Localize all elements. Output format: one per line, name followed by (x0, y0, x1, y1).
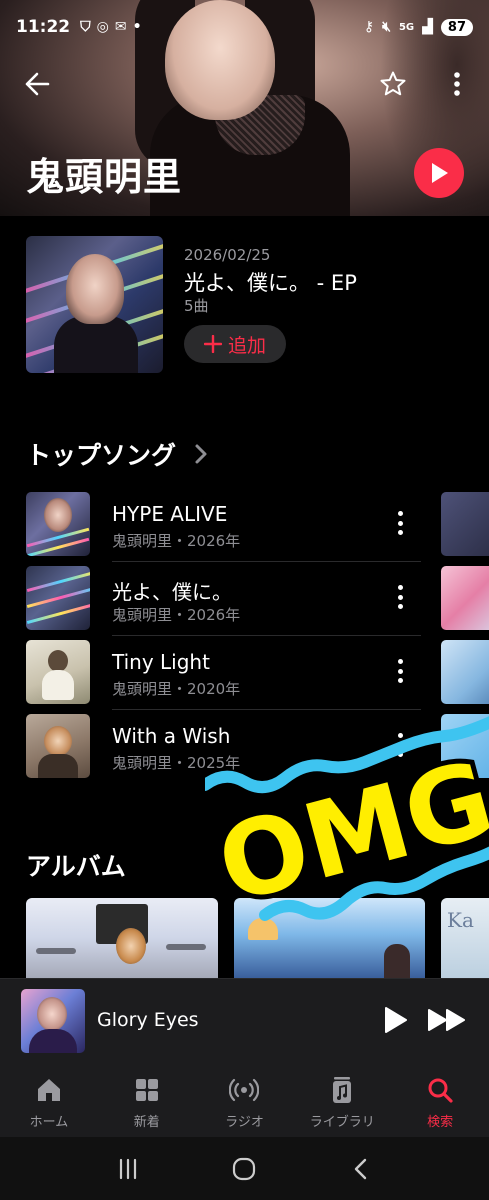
mail-icon: ✉ (114, 19, 127, 35)
albums-header[interactable]: アルバム (26, 847, 126, 883)
tab-label: ホーム (29, 1115, 69, 1130)
tab-home[interactable]: ホーム (0, 1063, 98, 1137)
top-songs-header[interactable]: トップソング (26, 436, 208, 472)
song-title: 光よ、僕に。 (112, 580, 232, 604)
add-release-button[interactable]: 追加 (184, 325, 286, 363)
home-circle-icon (233, 1157, 256, 1180)
home-icon (37, 1079, 60, 1101)
release-track-count: 5曲 (184, 297, 209, 315)
back-button[interactable] (17, 64, 57, 104)
song-more-button[interactable] (390, 582, 410, 612)
more-options-button[interactable] (437, 64, 477, 104)
song-artwork (26, 640, 90, 704)
tab-label: ライブラリ (309, 1115, 375, 1130)
favorite-button[interactable] (373, 64, 413, 104)
key-icon: ⚷ (363, 19, 375, 35)
chevron-left-icon (354, 1158, 367, 1179)
tab-label: ラジオ (225, 1115, 264, 1130)
mini-player[interactable]: Glory Eyes (0, 978, 489, 1063)
chevron-right-icon (195, 444, 207, 464)
signal-icon: ▟ (422, 19, 433, 35)
system-back-button[interactable] (341, 1149, 381, 1189)
tab-label: 新着 (133, 1115, 160, 1130)
status-time: 11:22 (16, 17, 71, 37)
albums-title: アルバム (26, 852, 126, 881)
song-artwork (26, 566, 90, 630)
battery-indicator: 87 (440, 18, 473, 36)
play-artist-button[interactable] (414, 148, 464, 198)
fast-forward-button[interactable] (426, 1005, 468, 1035)
tab-library[interactable]: ライブラリ (293, 1063, 391, 1137)
shield-icon: ⛉ (80, 19, 91, 35)
tab-bar: ホーム 新着 ラジオ ライブラリ 検索 (0, 1063, 489, 1137)
home-button[interactable] (224, 1149, 264, 1189)
song-more-button[interactable] (390, 508, 410, 538)
recent-apps-button[interactable] (108, 1149, 148, 1189)
omg-sticker: OMG (205, 716, 489, 932)
song-title: HYPE ALIVE (112, 502, 228, 526)
next-column-artwork[interactable] (441, 492, 489, 556)
tab-search[interactable]: 検索 (391, 1063, 489, 1137)
play-icon (432, 163, 448, 183)
grid-icon (135, 1079, 158, 1101)
song-row[interactable]: 光よ、僕に。 鬼頭明里・2026年 (26, 566, 421, 640)
instagram-icon: ◎ (96, 19, 109, 35)
mute-icon: 🔇︎ (382, 19, 391, 35)
next-column-artwork[interactable] (441, 566, 489, 630)
latest-release-artwork[interactable] (26, 236, 163, 373)
now-playing-artwork (21, 989, 85, 1053)
radio-icon (229, 1078, 260, 1102)
library-icon (333, 1077, 352, 1103)
song-artwork (26, 714, 90, 778)
plus-icon (203, 335, 222, 353)
recent-apps-icon (120, 1158, 137, 1179)
top-songs-title: トップソング (26, 441, 177, 470)
song-subtitle: 鬼頭明里・2026年 (112, 606, 241, 624)
system-navigation-bar (0, 1137, 489, 1200)
song-title: Tiny Light (112, 650, 210, 674)
album-artwork[interactable] (26, 898, 218, 978)
notification-icons: ⛉ ◎ ✉ • (80, 19, 141, 35)
vertical-dots-icon (454, 72, 460, 96)
song-more-button[interactable] (390, 656, 410, 686)
dot-icon: • (132, 19, 142, 35)
star-icon (380, 71, 406, 96)
search-icon (428, 1078, 453, 1103)
signal-label: 5G (398, 21, 415, 33)
mini-play-button[interactable] (380, 1005, 410, 1035)
status-bar: 11:22 ⛉ ◎ ✉ • ⚷ 🔇︎ 5G ▟ 87 (0, 0, 489, 54)
tab-label: 検索 (427, 1115, 454, 1130)
song-artwork (26, 492, 90, 556)
release-date: 2026/02/25 (184, 246, 271, 264)
tab-radio[interactable]: ラジオ (196, 1063, 294, 1137)
now-playing-title: Glory Eyes (97, 1009, 199, 1031)
back-arrow-icon (25, 72, 50, 96)
song-row[interactable]: HYPE ALIVE 鬼頭明里・2026年 (26, 492, 421, 566)
add-label: 追加 (227, 334, 266, 357)
tab-new[interactable]: 新着 (98, 1063, 196, 1137)
release-title[interactable]: 光よ、僕に。 - EP (184, 267, 357, 297)
song-subtitle: 鬼頭明里・2026年 (112, 532, 241, 550)
artist-name: 鬼頭明里 (26, 155, 183, 199)
